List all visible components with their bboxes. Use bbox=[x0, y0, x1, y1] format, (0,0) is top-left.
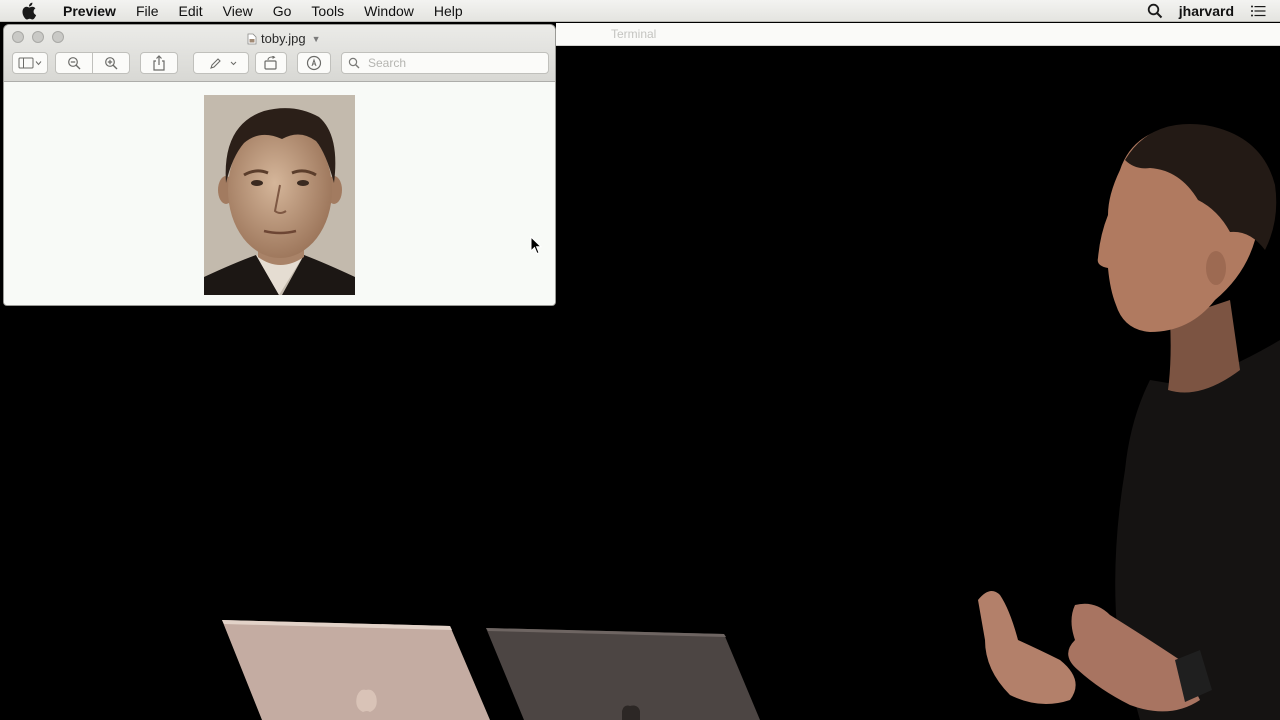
user-account-menu[interactable]: jharvard bbox=[1171, 3, 1242, 19]
rotate-icon bbox=[264, 56, 277, 70]
portrait-image bbox=[204, 95, 355, 295]
mouse-pointer-icon bbox=[530, 236, 542, 255]
minimize-window-button[interactable] bbox=[32, 31, 44, 43]
rotate-button[interactable] bbox=[255, 52, 287, 74]
list-icon[interactable] bbox=[1250, 3, 1266, 19]
window-titlebar[interactable]: toby.jpg ▼ bbox=[4, 25, 555, 82]
share-button[interactable] bbox=[140, 52, 178, 74]
speaker-person bbox=[978, 124, 1280, 720]
markup-toolbar-button[interactable] bbox=[193, 52, 249, 74]
document-icon bbox=[247, 33, 257, 44]
document-canvas[interactable] bbox=[4, 82, 555, 305]
pen-icon bbox=[210, 58, 237, 69]
laptop-logo-icon bbox=[356, 689, 377, 712]
search-input[interactable] bbox=[366, 55, 540, 71]
preview-window: toby.jpg ▼ bbox=[4, 25, 555, 305]
portrait-photo bbox=[204, 95, 355, 295]
search-icon bbox=[348, 57, 360, 69]
search-icon[interactable] bbox=[1147, 3, 1163, 19]
document-title[interactable]: toby.jpg ▼ bbox=[247, 31, 321, 46]
zoom-window-button[interactable] bbox=[52, 31, 64, 43]
zoom-out-button[interactable] bbox=[55, 52, 93, 74]
annotate-icon bbox=[306, 55, 322, 71]
zoom-out-icon bbox=[68, 57, 81, 70]
zoom-in-icon bbox=[105, 57, 118, 70]
menu-file[interactable]: File bbox=[126, 0, 169, 22]
menu-help[interactable]: Help bbox=[424, 0, 473, 22]
laptop-gray bbox=[486, 628, 760, 720]
apple-logo-icon[interactable] bbox=[20, 2, 37, 20]
menu-tools[interactable]: Tools bbox=[301, 0, 354, 22]
menu-window[interactable]: Window bbox=[354, 0, 424, 22]
menu-go[interactable]: Go bbox=[263, 0, 302, 22]
zoom-in-button[interactable] bbox=[92, 52, 130, 74]
search-field[interactable] bbox=[341, 52, 549, 74]
chevron-down-icon: ▼ bbox=[311, 33, 321, 44]
sidebar-toggle-button[interactable] bbox=[12, 52, 48, 74]
laptop-silver bbox=[222, 620, 490, 720]
menu-view[interactable]: View bbox=[213, 0, 263, 22]
document-title-text: toby.jpg bbox=[261, 31, 306, 46]
annotate-button[interactable] bbox=[297, 52, 331, 74]
menubar-status-area: jharvard bbox=[1139, 0, 1280, 22]
menu-bar: Preview File Edit View Go Tools Window H… bbox=[0, 0, 1280, 22]
menu-app-preview[interactable]: Preview bbox=[53, 0, 126, 22]
terminal-window-title: Terminal bbox=[611, 27, 657, 41]
menu-edit[interactable]: Edit bbox=[169, 0, 213, 22]
terminal-window-titlebar[interactable]: Terminal bbox=[556, 23, 1280, 46]
close-window-button[interactable] bbox=[12, 31, 24, 43]
share-icon bbox=[153, 55, 165, 71]
laptop-logo-icon bbox=[622, 705, 640, 720]
sidebar-toggle-icon bbox=[18, 57, 42, 69]
